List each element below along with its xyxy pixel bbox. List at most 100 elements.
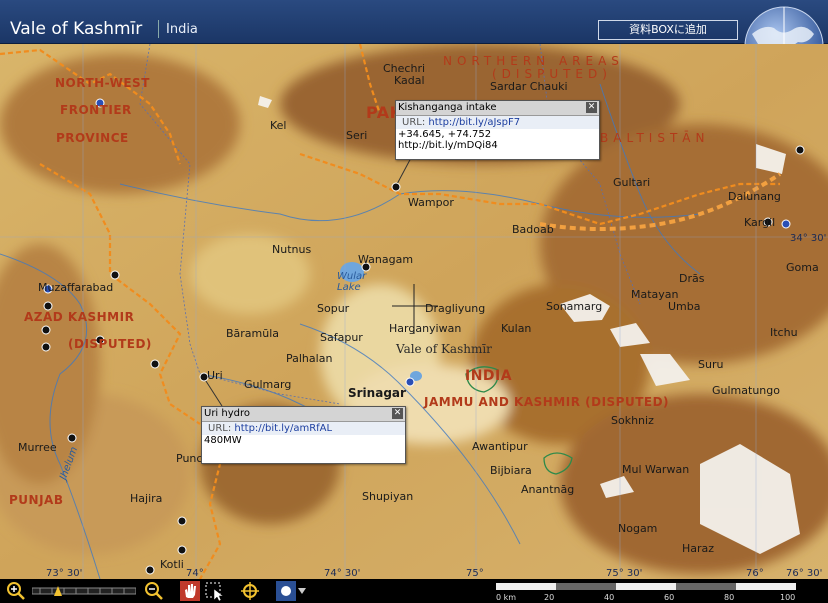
lon-label: 76° 30' — [786, 568, 823, 579]
title-bar: Vale of Kashmīr India 資料BOXに追加 — [0, 0, 828, 86]
map-view[interactable]: NORTH-WEST FRONTIER PROVINCE NORTHERN AR… — [0, 44, 828, 579]
popup-line: +34.645, +74.752 — [398, 129, 492, 140]
place-label: Hajira — [130, 492, 163, 505]
place-label: Umba — [668, 300, 701, 313]
region-label: AZAD KASHMIR — [24, 310, 135, 324]
place-label: Murree — [18, 441, 57, 454]
place-label: Sopur — [317, 302, 350, 315]
region-label: JAMMU AND KASHMIR (DISPUTED) — [424, 395, 670, 409]
lat-label: 34° 30' — [790, 233, 827, 244]
pan-hand-icon[interactable] — [180, 581, 200, 601]
region-label: (DISPUTED) — [68, 337, 152, 351]
place-label: Bāramūla — [226, 327, 280, 340]
place-label: Haraz — [682, 542, 715, 555]
scale-label: 0 km — [496, 593, 517, 602]
map-subtitle: India — [166, 22, 198, 37]
place-label: Goma — [786, 261, 819, 274]
select-arrow-icon[interactable] — [204, 581, 224, 601]
marker[interactable] — [405, 377, 415, 387]
hydro-marker[interactable] — [177, 545, 187, 555]
place-label: Suru — [698, 358, 724, 371]
hydro-marker[interactable] — [67, 433, 77, 443]
info-popup[interactable]: Uri hydro ✕ URL: http://bit.ly/amRfAL 48… — [201, 406, 406, 464]
place-label: Kulan — [501, 322, 532, 335]
place-label: Kargil — [744, 216, 776, 229]
scale-label: 100 — [780, 593, 796, 602]
place-label: Uri — [207, 369, 223, 382]
place-label: Nutnus — [272, 243, 312, 256]
lon-label: 74° — [186, 568, 204, 579]
lon-label: 74° 30' — [324, 568, 361, 579]
popup-title: Uri hydro — [202, 407, 405, 422]
zoom-out-icon[interactable] — [144, 581, 164, 601]
place-label: Harganyiwan — [389, 322, 462, 335]
hydro-marker[interactable] — [110, 270, 120, 280]
place-label: Seri — [346, 129, 368, 142]
popup-line: 480MW — [204, 435, 242, 446]
place-label: Muzaffarabad — [38, 281, 114, 294]
place-label: Dalunang — [728, 190, 781, 203]
place-label: Badoab — [512, 223, 554, 236]
place-label: Vale of Kashmīr — [396, 342, 492, 356]
popup-url-link[interactable]: http://bit.ly/aJspF7 — [428, 117, 520, 128]
place-label: Shupiyan — [362, 490, 414, 503]
add-to-box-button[interactable]: 資料BOXに追加 — [598, 20, 738, 40]
lake-label: Wular Lake — [337, 271, 367, 293]
place-label: Sokhniz — [611, 414, 654, 427]
scale-bar — [496, 583, 796, 590]
hydro-marker[interactable] — [391, 182, 401, 192]
place-label: Sonamarg — [546, 300, 603, 313]
marker[interactable] — [781, 219, 791, 229]
hydro-marker[interactable] — [41, 342, 51, 352]
region-label: PROVINCE — [56, 131, 129, 145]
popup-url-label: URL: — [402, 117, 426, 128]
place-label: Gulmatungo — [712, 384, 780, 397]
scale-label: 20 — [544, 593, 555, 602]
popup-url-row: URL: http://bit.ly/amRfAL — [202, 422, 405, 435]
map-title: Vale of Kashmīr — [10, 19, 143, 39]
place-label: Kel — [270, 119, 287, 132]
place-label: Itchu — [770, 326, 798, 339]
place-label: Gultari — [613, 176, 651, 189]
hydro-marker[interactable] — [145, 565, 155, 575]
popup-url-label: URL: — [208, 423, 232, 434]
zoom-slider[interactable] — [32, 585, 136, 597]
place-label: Wanagam — [358, 253, 414, 266]
place-label: Dragliyung — [425, 302, 486, 315]
region-label: BALTISTĀN — [600, 131, 710, 145]
region-label: PUNJAB — [9, 493, 64, 507]
scale-label: 80 — [724, 593, 735, 602]
lon-label: 75° 30' — [606, 568, 643, 579]
scale-label: 60 — [664, 593, 675, 602]
close-icon[interactable]: ✕ — [392, 408, 403, 419]
place-label: Mul Warwan — [622, 463, 690, 476]
place-label: Srinagar — [348, 386, 406, 400]
layer-menu-icon[interactable] — [276, 581, 308, 601]
place-label: Drās — [679, 272, 705, 285]
place-label: Awantipur — [472, 440, 528, 453]
place-label: Gulmarg — [244, 378, 292, 391]
lon-label: 73° 30' — [46, 568, 83, 579]
close-icon[interactable]: ✕ — [586, 102, 597, 113]
region-label: NORTHERN AREAS — [443, 54, 624, 68]
locate-icon[interactable] — [240, 581, 260, 601]
hydro-marker[interactable] — [177, 516, 187, 526]
place-label: Kotli — [160, 558, 184, 571]
popup-title: Kishanganga intake — [396, 101, 599, 116]
region-label: INDIA — [465, 368, 513, 384]
place-label: Sardar Chauki — [490, 80, 568, 93]
map-toolbar: 0 km 20 40 60 80 100 — [0, 579, 828, 603]
hydro-marker[interactable] — [150, 359, 160, 369]
region-label: FRONTIER — [60, 103, 132, 117]
hydro-marker[interactable] — [43, 301, 53, 311]
popup-url-link[interactable]: http://bit.ly/amRfAL — [234, 423, 332, 434]
lon-label: 75° — [466, 568, 484, 579]
scale-label: 40 — [604, 593, 615, 602]
zoom-in-icon[interactable] — [6, 581, 26, 601]
hydro-marker[interactable] — [795, 145, 805, 155]
region-label: NORTH-WEST — [55, 76, 150, 90]
lon-label: 76° — [746, 568, 764, 579]
hydro-marker[interactable] — [41, 325, 51, 335]
place-label: Wampor — [408, 196, 454, 209]
info-popup[interactable]: Kishanganga intake ✕ URL: http://bit.ly/… — [395, 100, 600, 160]
